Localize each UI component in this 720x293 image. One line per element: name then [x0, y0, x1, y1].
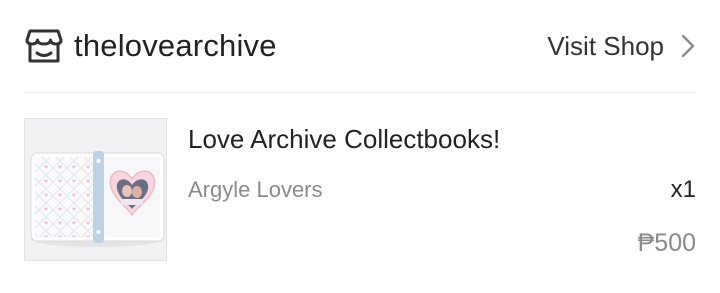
visit-shop-button[interactable]: Visit Shop: [547, 27, 696, 65]
collectbook-binder-image: [25, 119, 166, 260]
product-quantity: x1: [670, 176, 696, 203]
shop-name: thelovearchive: [74, 28, 277, 63]
shop-link[interactable]: thelovearchive: [24, 26, 277, 66]
product-price: ₱500: [637, 229, 696, 257]
order-item[interactable]: Love Archive Collectbooks! Argyle Lovers…: [0, 93, 720, 293]
shop-header: thelovearchive Visit Shop: [0, 0, 720, 92]
product-image[interactable]: [24, 118, 167, 261]
store-icon: [24, 27, 64, 65]
product-variant: Argyle Lovers: [188, 177, 323, 202]
visit-shop-label: Visit Shop: [547, 31, 664, 61]
chevron-right-icon: [680, 34, 696, 58]
product-title: Love Archive Collectbooks!: [188, 124, 501, 154]
